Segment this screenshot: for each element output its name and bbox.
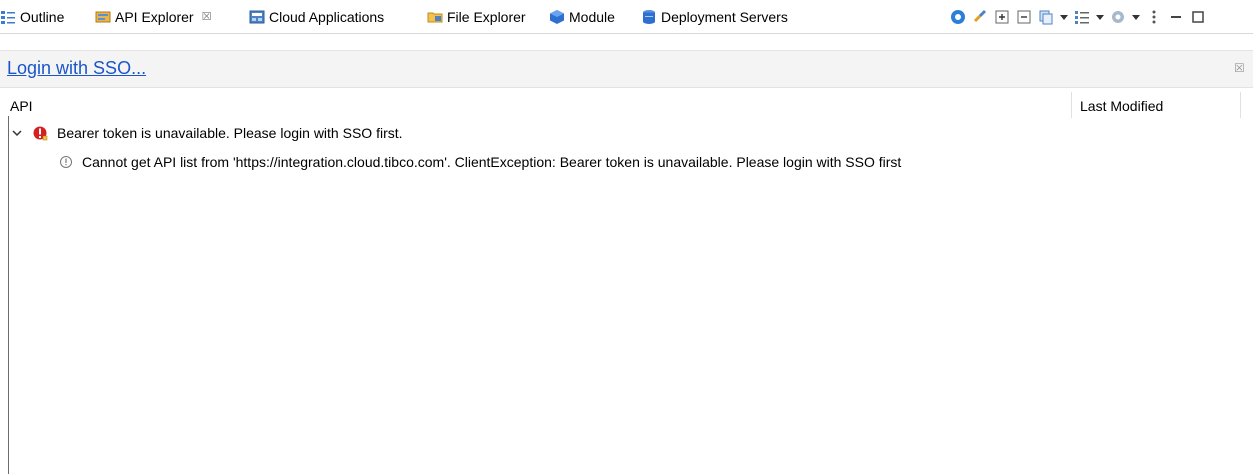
login-bar: Login with SSO... ☒ — [0, 50, 1253, 88]
module-icon — [549, 9, 565, 25]
column-header-last-modified[interactable]: Last Modified — [1080, 95, 1163, 119]
link-icon[interactable] — [972, 9, 988, 25]
api-explorer-icon — [95, 9, 111, 25]
settings-icon[interactable] — [1110, 9, 1126, 25]
tab-label: Deployment Servers — [661, 8, 788, 25]
cloud-icon[interactable] — [950, 9, 966, 25]
copy-icon[interactable] — [1038, 9, 1054, 25]
login-with-sso-link[interactable]: Login with SSO... — [7, 58, 146, 79]
column-header-api[interactable]: API — [10, 95, 33, 119]
tab-deployment-servers[interactable]: Deployment Servers — [641, 0, 788, 33]
tree-row[interactable]: Cannot get API list from 'https://integr… — [59, 152, 901, 172]
close-icon[interactable]: ☒ — [1234, 61, 1245, 75]
info-icon — [59, 155, 73, 169]
view-toolbar — [950, 8, 1206, 26]
tab-label: Cloud Applications — [269, 8, 385, 25]
close-icon[interactable]: ☒ — [202, 10, 212, 23]
chevron-down-icon[interactable] — [1060, 14, 1068, 20]
tree-row[interactable]: Bearer token is unavailable. Please logi… — [12, 123, 403, 143]
tab-label: Module — [569, 8, 615, 25]
error-icon — [32, 125, 48, 141]
view-tab-bar: Outline API Explorer ☒ Cloud Application… — [0, 0, 1253, 34]
tab-label: Outline — [20, 8, 65, 25]
tree-left-border — [8, 116, 9, 474]
chevron-down-icon[interactable] — [1096, 14, 1104, 20]
more-icon[interactable] — [1146, 9, 1162, 25]
chevron-down-icon[interactable] — [12, 125, 26, 141]
tab-outline[interactable]: Outline — [0, 0, 64, 33]
tree-row-label: Cannot get API list from 'https://integr… — [82, 154, 902, 170]
cloud-applications-icon — [249, 9, 265, 25]
view-menu-icon[interactable] — [1074, 9, 1090, 25]
deployment-servers-icon — [641, 9, 657, 25]
expand-all-icon[interactable] — [994, 9, 1010, 25]
tab-label: File Explorer — [447, 8, 526, 25]
tab-module[interactable]: Module — [549, 0, 615, 33]
column-divider[interactable] — [1240, 92, 1241, 118]
outline-icon — [0, 9, 16, 25]
collapse-all-icon[interactable] — [1016, 9, 1032, 25]
file-explorer-icon — [427, 9, 443, 25]
column-divider[interactable] — [1071, 92, 1072, 118]
minimize-icon[interactable] — [1168, 9, 1184, 25]
chevron-down-icon[interactable] — [1132, 14, 1140, 20]
tab-file-explorer[interactable]: File Explorer — [427, 0, 526, 33]
tab-api-explorer[interactable]: API Explorer ☒ — [95, 0, 212, 33]
tab-label: API Explorer — [115, 8, 194, 25]
tree-row-label: Bearer token is unavailable. Please logi… — [57, 125, 403, 141]
maximize-icon[interactable] — [1190, 9, 1206, 25]
tab-cloud-applications[interactable]: Cloud Applications — [249, 0, 384, 33]
